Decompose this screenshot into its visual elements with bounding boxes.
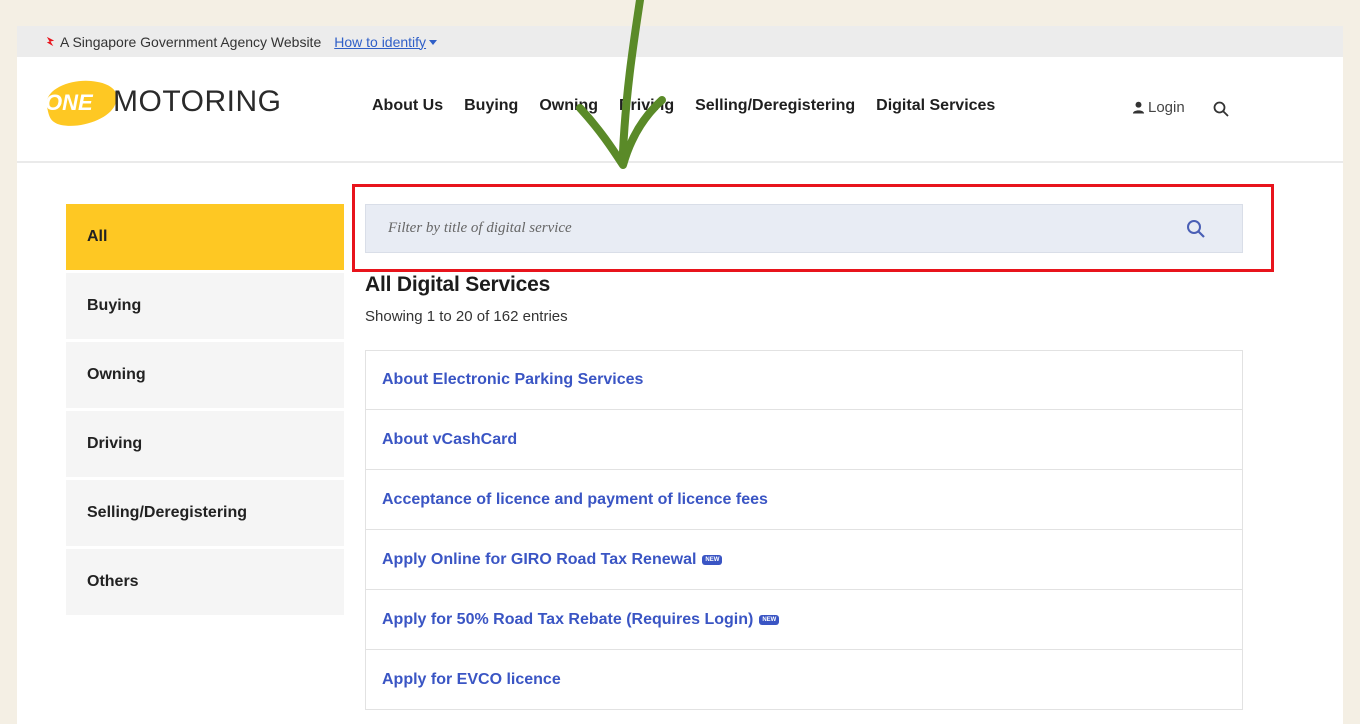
list-item-label: Apply Online for GIRO Road Tax Renewal	[382, 550, 697, 568]
svg-text:ONE: ONE	[45, 90, 94, 115]
login-button[interactable]: Login	[1132, 99, 1185, 116]
list-item[interactable]: About vCashCard	[365, 410, 1243, 470]
logo-one-mark: ONE	[45, 80, 117, 126]
list-item[interactable]: Apply for 50% Road Tax Rebate (Requires …	[365, 590, 1243, 650]
nav-driving[interactable]: Driving	[619, 97, 674, 115]
list-item[interactable]: Acceptance of licence and payment of lic…	[365, 470, 1243, 530]
page: A Singapore Government Agency Website Ho…	[17, 26, 1343, 724]
digital-services-list: About Electronic Parking Services About …	[365, 350, 1243, 710]
logo-wordmark: MOTORING	[113, 85, 282, 118]
list-item[interactable]: About Electronic Parking Services	[365, 350, 1243, 410]
main-nav: About Us Buying Owning Driving Selling/D…	[372, 97, 995, 115]
filter-search-input[interactable]	[388, 220, 1168, 237]
list-item-label: Acceptance of licence and payment of lic…	[382, 490, 768, 508]
login-label: Login	[1148, 99, 1185, 116]
new-badge: NEW	[702, 554, 723, 565]
sidebar-item-others[interactable]: Others	[66, 549, 344, 615]
nav-buying[interactable]: Buying	[464, 97, 518, 115]
list-item-label: About Electronic Parking Services	[382, 371, 644, 388]
site-header: ONE MOTORING About Us Buying Owning Driv…	[17, 57, 1343, 163]
filter-search-bar	[365, 204, 1243, 253]
onemotoring-logo[interactable]: ONE MOTORING	[41, 75, 291, 131]
list-item[interactable]: Apply Online for GIRO Road Tax Renewal N…	[365, 530, 1243, 590]
lion-head-icon	[46, 36, 55, 47]
nav-about-us[interactable]: About Us	[372, 97, 443, 115]
list-item-label: Apply for 50% Road Tax Rebate (Requires …	[382, 610, 754, 628]
page-title: All Digital Services	[365, 273, 551, 296]
how-to-identify-link[interactable]: How to identify	[334, 33, 438, 50]
entries-count: Showing 1 to 20 of 162 entries	[365, 308, 568, 325]
list-item-label: About vCashCard	[382, 430, 518, 448]
how-to-identify-label: How to identify	[334, 33, 427, 50]
sidebar-item-owning[interactable]: Owning	[66, 342, 344, 408]
list-item-label: Apply for EVCO licence	[382, 670, 561, 688]
sidebar-item-driving[interactable]: Driving	[66, 411, 344, 477]
masthead-text: A Singapore Government Agency Website	[60, 33, 322, 50]
sidebar-item-all[interactable]: All	[66, 204, 344, 270]
nav-selling-deregistering[interactable]: Selling/Deregistering	[695, 97, 855, 115]
gov-masthead: A Singapore Government Agency Website Ho…	[17, 26, 1343, 57]
search-icon[interactable]	[1186, 219, 1206, 239]
category-sidebar: All Buying Owning Driving Selling/Deregi…	[66, 204, 344, 618]
list-item[interactable]: Apply for EVCO licence	[365, 650, 1243, 710]
caret-down-icon	[429, 40, 438, 45]
user-icon	[1132, 101, 1145, 114]
new-badge: NEW	[759, 614, 780, 625]
nav-digital-services[interactable]: Digital Services	[876, 97, 995, 115]
search-icon[interactable]	[1213, 101, 1229, 117]
sidebar-item-buying[interactable]: Buying	[66, 273, 344, 339]
nav-owning[interactable]: Owning	[539, 97, 598, 115]
sidebar-item-selling-deregistering[interactable]: Selling/Deregistering	[66, 480, 344, 546]
